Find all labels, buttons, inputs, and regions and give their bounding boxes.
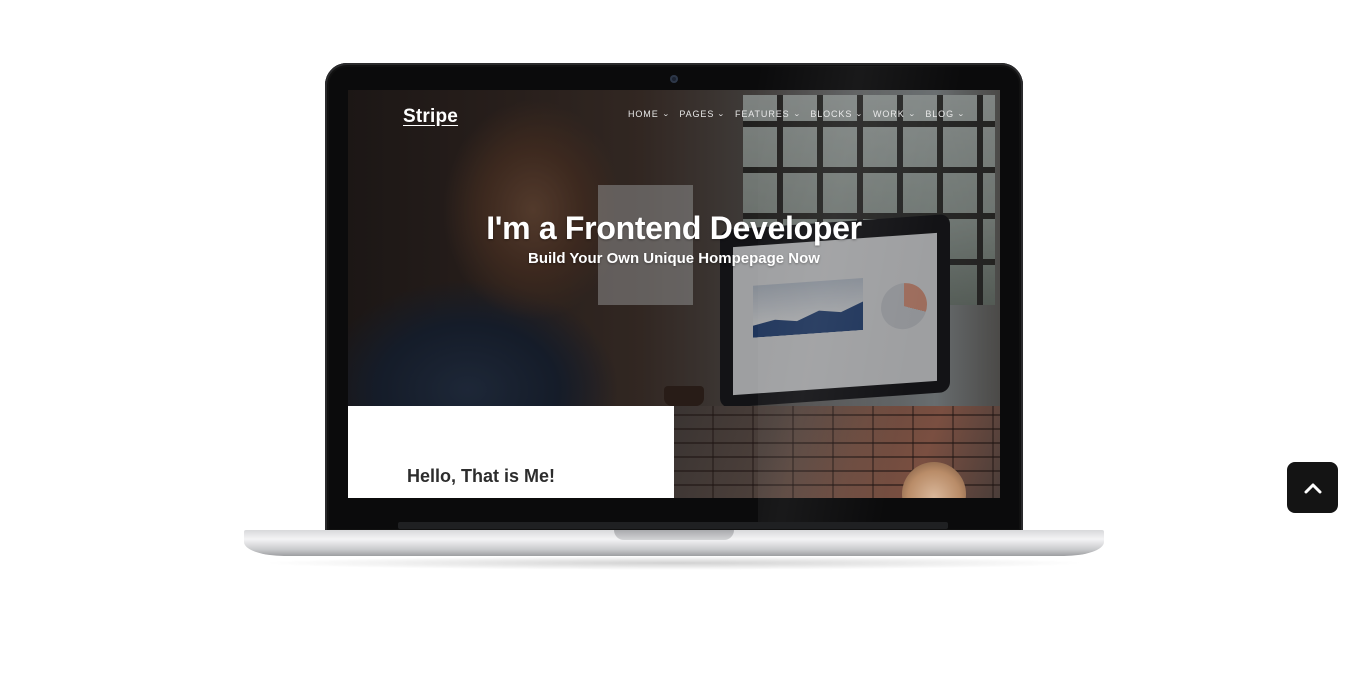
chevron-down-icon: ⌄ xyxy=(907,111,917,118)
about-title: Hello, That is Me! xyxy=(407,466,556,486)
nav-item-label: PAGES xyxy=(679,109,715,119)
nav-item-label: HOME xyxy=(628,109,659,119)
about-section: Hello, That is Me! xyxy=(348,406,674,498)
chevron-down-icon: ⌄ xyxy=(956,111,966,118)
hero-overlay xyxy=(348,90,1000,406)
chevron-down-icon: ⌄ xyxy=(661,111,671,118)
hero-subtitle: Build Your Own Unique Hompepage Now xyxy=(528,250,820,267)
nav-item-blog[interactable]: BLOG ⌄ xyxy=(925,109,964,119)
main-nav: HOME ⌄ PAGES ⌄ FEATURES ⌄ BLOCKS ⌄ WORK xyxy=(628,109,975,119)
chevron-down-icon: ⌄ xyxy=(717,111,727,118)
nav-item-label: WORK xyxy=(873,109,905,119)
laptop-base-notch xyxy=(614,530,734,540)
about-photo-person xyxy=(902,462,966,498)
webcam-dot xyxy=(670,75,678,83)
about-photo xyxy=(674,406,1000,498)
site-logo[interactable]: Stripe xyxy=(403,106,458,128)
nav-item-features[interactable]: FEATURES ⌄ xyxy=(735,109,800,119)
nav-item-label: BLOG xyxy=(925,109,954,119)
chevron-down-icon: ⌄ xyxy=(855,111,865,118)
laptop-hinge xyxy=(398,522,948,529)
nav-item-home[interactable]: HOME ⌄ xyxy=(628,109,669,119)
nav-item-blocks[interactable]: BLOCKS ⌄ xyxy=(810,109,863,119)
laptop-screen: Stripe HOME ⌄ PAGES ⌄ FEATURES ⌄ BLOCKS … xyxy=(348,90,1000,498)
hero-section: Stripe HOME ⌄ PAGES ⌄ FEATURES ⌄ BLOCKS … xyxy=(348,90,1000,406)
nav-item-pages[interactable]: PAGES ⌄ xyxy=(679,109,725,119)
laptop-shadow xyxy=(260,556,1088,570)
back-to-top-button[interactable] xyxy=(1287,462,1338,513)
chevron-down-icon: ⌄ xyxy=(792,111,802,118)
nav-item-label: FEATURES xyxy=(735,109,790,119)
nav-item-work[interactable]: WORK ⌄ xyxy=(873,109,915,119)
hero-title: I'm a Frontend Developer xyxy=(486,210,862,246)
nav-item-label: BLOCKS xyxy=(810,109,853,119)
chevron-up-icon xyxy=(1304,483,1321,493)
